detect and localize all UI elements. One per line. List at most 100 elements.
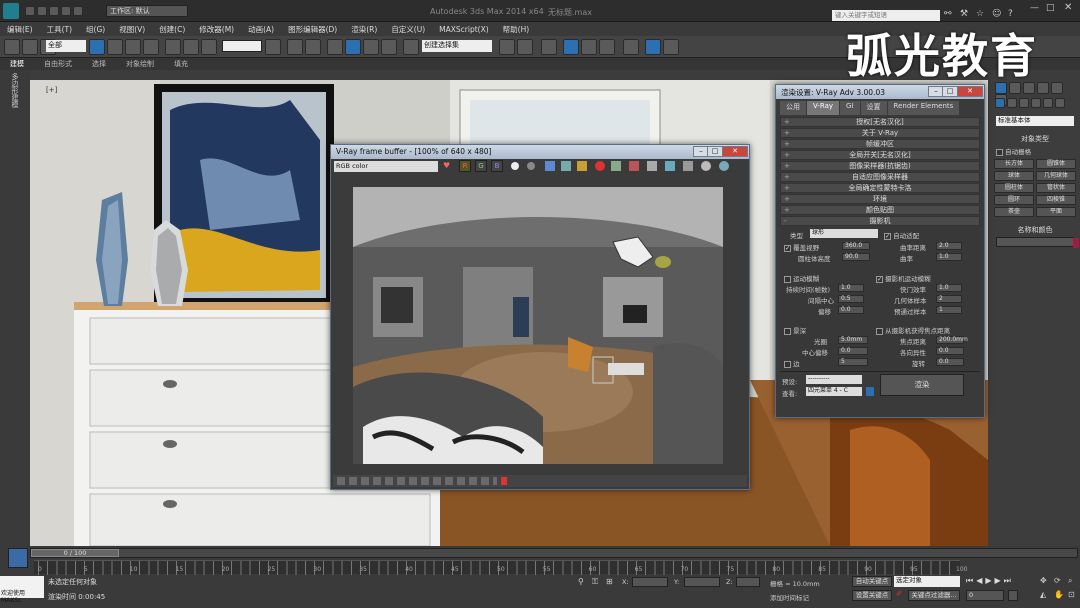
heart-icon[interactable]: ♥ [443,161,450,170]
align-icon[interactable] [517,39,533,55]
fov-icon[interactable]: ◭ [1040,590,1046,599]
sphere-button[interactable]: 球体 [994,171,1034,181]
render-setup-icon[interactable] [623,39,639,55]
tools-icon[interactable]: ⚒ [960,9,968,19]
monochrome-icon[interactable] [527,162,535,170]
rollout-frame-buffer[interactable]: + 帧缓冲区 [780,139,980,149]
rendered-frame-window-icon[interactable] [645,39,661,55]
camera-mb-checkbox[interactable]: ✓ 摄影机运动模糊 [876,273,931,283]
object-category-dropdown[interactable]: 标准基本体 [996,116,1074,126]
save-file-icon[interactable] [49,6,59,16]
menu-tools[interactable]: 工具(T) [40,22,79,37]
tab-gi[interactable]: GI [840,101,860,115]
render-image[interactable] [353,187,723,464]
next-frame-icon[interactable]: ▶ [995,576,1004,585]
link-to-vfb-icon[interactable] [665,161,675,171]
edit-named-selection-icon[interactable] [403,39,419,55]
tube-button[interactable]: 管状体 [1036,183,1076,193]
spacewarps-icon[interactable] [1055,98,1065,108]
mini-curve-editor-icon[interactable] [8,548,28,568]
rotate-icon[interactable] [183,39,199,55]
interval-center-spinner[interactable]: 0.5 [838,295,864,303]
timeline[interactable]: 0 5 10 15 20 25 30 35 40 45 50 55 60 65 70 75 80 85 90 95 10… [34,560,967,575]
sides-spinner[interactable]: 5 [838,358,868,366]
shapes-icon[interactable] [1007,98,1017,108]
previous-frame-icon[interactable]: ◀ [976,576,985,585]
dof-checkbox[interactable]: 景深 [784,325,806,335]
curve-spinner[interactable]: 1.0 [936,253,962,261]
cameras-icon[interactable] [1031,98,1041,108]
vfb-close-button[interactable]: ✕ [722,146,748,157]
walkthrough-icon[interactable]: ✋ [1054,590,1064,599]
helpers-icon[interactable] [1043,98,1053,108]
binoculars-icon[interactable]: ⚯ [944,9,952,19]
menu-view[interactable]: 视图(V) [112,22,152,37]
move-icon[interactable] [165,39,181,55]
create-tab-icon[interactable] [995,82,1007,94]
isolate-icon[interactable]: ⚿ [592,577,598,587]
display-tab-icon[interactable] [1051,82,1063,94]
torus-button[interactable]: 圆环 [994,195,1034,205]
new-file-icon[interactable] [25,6,35,16]
object-color-swatch[interactable] [1073,238,1079,248]
menu-edit[interactable]: 编辑(E) [0,22,40,37]
shutter-eff-spinner[interactable]: 1.0 [936,284,962,292]
ribbon-tab-object-paint[interactable]: 对象绘制 [116,58,164,70]
key-mode-dropdown[interactable]: 选定对象 [894,576,960,587]
go-to-end-icon[interactable]: ⏭ [1004,576,1014,585]
select-object-icon[interactable] [89,39,105,55]
y-coordinate-field[interactable] [684,577,720,587]
add-time-tag[interactable]: 添加时间标记 [770,592,809,602]
geo-samples-spinner[interactable]: 2 [936,295,962,303]
menu-modifiers[interactable]: 修改器(M) [192,22,241,37]
play-icon[interactable]: ▶ [985,576,994,585]
menu-help[interactable]: 帮助(H) [496,22,537,37]
name-color-header[interactable]: 名称和颜色 [994,225,1076,235]
angle-snap-icon[interactable] [345,39,361,55]
object-name-input[interactable] [996,237,1079,248]
motion-tab-icon[interactable] [1037,82,1049,94]
snap-toggle-icon[interactable] [327,39,343,55]
from-camera-checkbox[interactable]: 从摄影机获得焦点距离 [876,325,950,335]
user-icon[interactable]: ☺ [992,9,1001,19]
history-icon[interactable] [719,161,729,171]
key-filters-button[interactable]: 关键点过滤器... [908,590,960,601]
current-frame-field[interactable]: 0 [966,590,1004,601]
tab-settings[interactable]: 设置 [860,101,887,115]
maximize-viewport-icon[interactable]: ⊡ [1068,590,1075,599]
help-icon[interactable]: ? [1008,9,1013,19]
rectangle-selection-icon[interactable] [125,39,141,55]
rollout-image-sampler[interactable]: + 图像采样器(抗锯齿) [780,161,980,171]
menu-rendering[interactable]: 渲染(R) [344,22,384,37]
center-bias-spinner[interactable]: 0.0 [838,347,868,355]
render-button[interactable]: 渲染 [880,374,964,396]
teapot-button[interactable]: 茶壶 [994,207,1034,217]
go-to-start-icon[interactable]: ⏮ [966,576,976,585]
reference-coordinate-dropdown[interactable] [222,40,262,52]
rs-maximize-button[interactable]: □ [942,86,958,97]
viewport-label[interactable]: [+] [46,86,57,94]
green-channel-button[interactable]: G [475,160,487,172]
aniso-spinner[interactable]: 0.0 [936,347,964,355]
menu-customize[interactable]: 自定义(U) [384,22,432,37]
bias-spinner[interactable]: 0.0 [838,306,864,314]
rollout-global-dmc[interactable]: + 全局确定性蒙特卡洛 [780,183,980,193]
auto-key-button[interactable]: 自动关键点 [852,576,892,587]
schematic-view-icon[interactable] [581,39,597,55]
tab-common[interactable]: 公用 [780,101,806,115]
menu-graph-editors[interactable]: 图形编辑器(D) [281,22,344,37]
pan-view-icon[interactable]: ✥ [1040,576,1047,585]
prepass-spinner[interactable]: 1 [936,306,962,314]
select-manipulate-icon[interactable] [287,39,303,55]
rs-close-button[interactable]: ✕ [957,86,983,97]
pivot-icon[interactable] [265,39,281,55]
set-key-button[interactable]: 设置关键点 [852,590,892,601]
undo-icon[interactable] [61,6,71,16]
red-channel-button[interactable]: R [459,160,471,172]
rollout-global-switches[interactable]: + 全局开关[无名汉化] [780,150,980,160]
app-logo-icon[interactable] [3,3,19,19]
aperture-spinner[interactable]: 5.0mm [838,336,868,344]
maximize-icon[interactable]: □ [1046,3,1055,13]
workspace-dropdown[interactable]: 工作区: 默认 [106,5,188,17]
z-coordinate-field[interactable] [736,577,760,587]
